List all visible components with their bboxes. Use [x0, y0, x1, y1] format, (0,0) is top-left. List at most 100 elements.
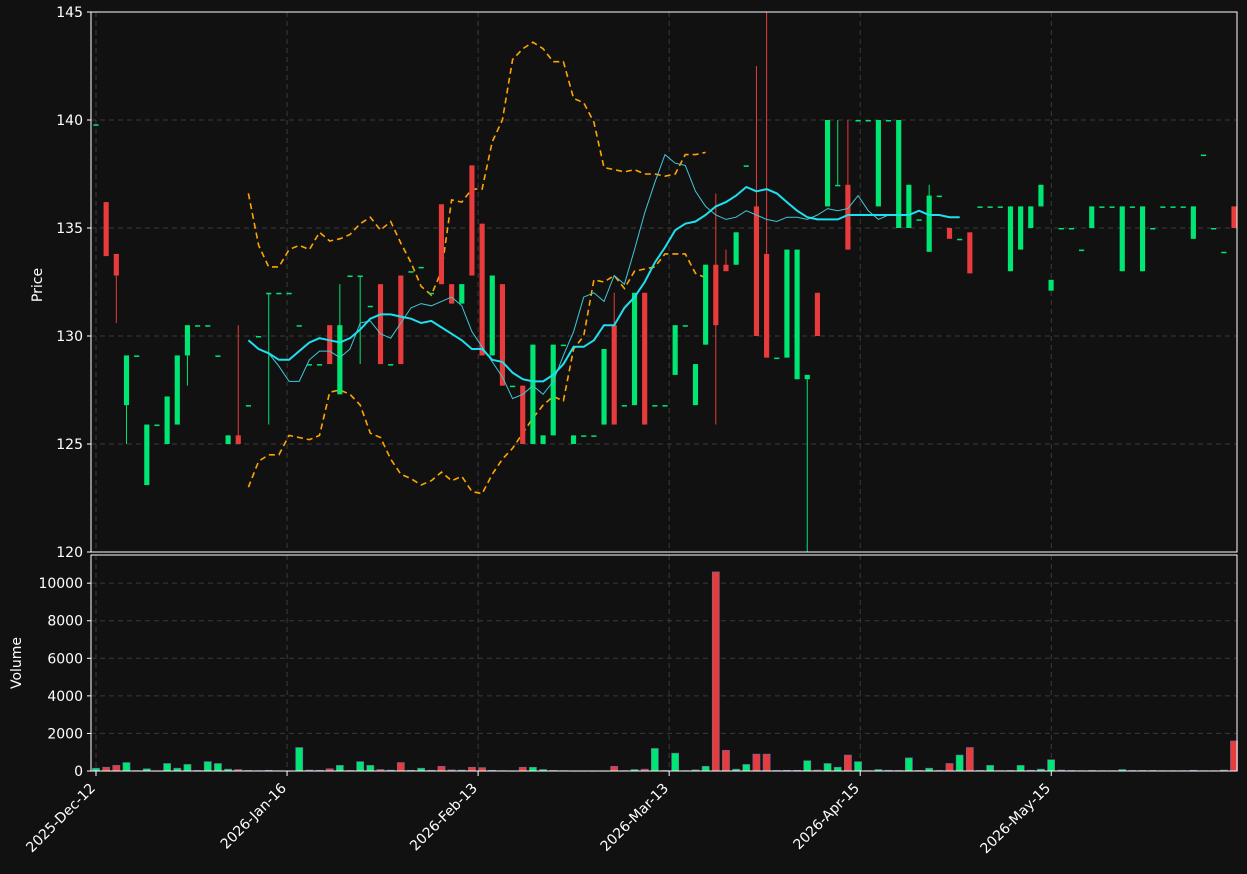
candle-body	[652, 405, 658, 407]
candle-body	[449, 284, 455, 304]
candle-body	[1190, 206, 1196, 239]
volume-bar	[854, 761, 862, 772]
candle-body	[1170, 206, 1176, 208]
candle-body	[814, 292, 820, 336]
candle-body	[489, 275, 495, 356]
candle-body	[743, 165, 749, 167]
candle-body	[703, 264, 709, 345]
candle-body	[926, 195, 932, 252]
volume-bar	[1047, 759, 1055, 772]
volume-bar	[478, 767, 486, 772]
candle-body	[195, 325, 201, 327]
candle-body	[499, 284, 506, 386]
volume-bar	[711, 571, 720, 772]
candle-body	[347, 275, 353, 278]
candle-body	[134, 355, 140, 357]
volume-bar	[803, 760, 812, 772]
candle-body	[1200, 154, 1207, 157]
candle-body	[946, 228, 953, 239]
volume-bar	[844, 754, 852, 772]
volume-bar	[529, 766, 537, 772]
candle-body	[1068, 228, 1075, 230]
price-tick-label: 125	[56, 437, 83, 453]
candle-body	[1089, 206, 1095, 228]
candle-body	[835, 184, 841, 187]
volume-bar	[163, 763, 172, 772]
volume-bar	[762, 753, 771, 772]
chart-background	[0, 0, 1247, 874]
candle-body	[459, 284, 465, 304]
volume-bar	[183, 764, 192, 772]
volume-bar	[671, 752, 680, 772]
candle-body	[753, 206, 760, 336]
volume-bar	[904, 757, 913, 772]
candle-body	[784, 249, 790, 358]
candle-body	[845, 184, 851, 250]
candle-body	[601, 348, 607, 425]
candle-body	[418, 266, 424, 269]
volume-bar	[752, 753, 761, 772]
candle-body	[316, 364, 323, 366]
volume-bar	[102, 766, 111, 772]
volume-bar	[722, 750, 730, 772]
candle-body	[296, 325, 302, 327]
candle-body	[174, 355, 180, 425]
candle-body	[540, 435, 546, 444]
candle-body	[1018, 206, 1024, 250]
volume-bar	[823, 763, 832, 772]
volume-bar	[1016, 765, 1025, 772]
candle-body	[510, 385, 516, 388]
candle-body	[255, 336, 262, 338]
candle-body	[581, 435, 587, 437]
candle-body	[896, 120, 902, 228]
price-tick-label: 135	[56, 221, 83, 237]
candle-body	[997, 206, 1003, 208]
candle-body	[245, 405, 251, 407]
candle-body	[225, 435, 231, 444]
candle-body	[215, 355, 221, 357]
candle-body	[357, 275, 363, 278]
candle-body	[957, 238, 963, 241]
volume-bar	[203, 761, 212, 772]
candle-body	[906, 184, 912, 228]
candle-body	[642, 292, 648, 425]
price-tick-label: 140	[56, 113, 83, 129]
candle-body	[123, 355, 130, 406]
candle-body	[235, 435, 241, 444]
candle-body	[1160, 206, 1166, 208]
candle-body	[723, 264, 729, 272]
candle-body	[286, 292, 292, 295]
volume-bar	[701, 766, 710, 772]
candle-body	[1028, 206, 1034, 228]
candle-body	[1211, 228, 1217, 230]
candle-body	[367, 305, 373, 308]
candle-body	[885, 120, 892, 122]
candle-body	[672, 325, 678, 375]
candle-body	[1007, 206, 1014, 272]
candle-body	[1129, 206, 1135, 208]
candle-body	[408, 271, 414, 273]
candle-body	[916, 219, 922, 221]
volume-bar	[295, 747, 304, 772]
volume-bar	[965, 747, 974, 772]
volume-tick-label: 10000	[38, 576, 83, 592]
volume-bar	[955, 754, 964, 772]
price-axis-label: Price	[30, 268, 46, 302]
candle-body	[560, 344, 566, 347]
candle-body	[438, 204, 445, 285]
candle-body	[479, 223, 485, 356]
volume-bar	[214, 763, 222, 772]
candle-body	[144, 424, 150, 486]
candle-body	[93, 124, 99, 126]
candle-body	[611, 325, 617, 425]
candle-body	[662, 405, 668, 407]
candle-body	[184, 325, 191, 356]
candle-body	[337, 325, 343, 395]
volume-axis-label: Volume	[9, 637, 25, 689]
volume-bar	[122, 762, 131, 772]
volume-bar	[650, 748, 659, 772]
candle-body	[733, 232, 739, 265]
candle-body	[1180, 206, 1186, 208]
candle-body	[1150, 228, 1156, 230]
candle-body	[713, 264, 719, 326]
